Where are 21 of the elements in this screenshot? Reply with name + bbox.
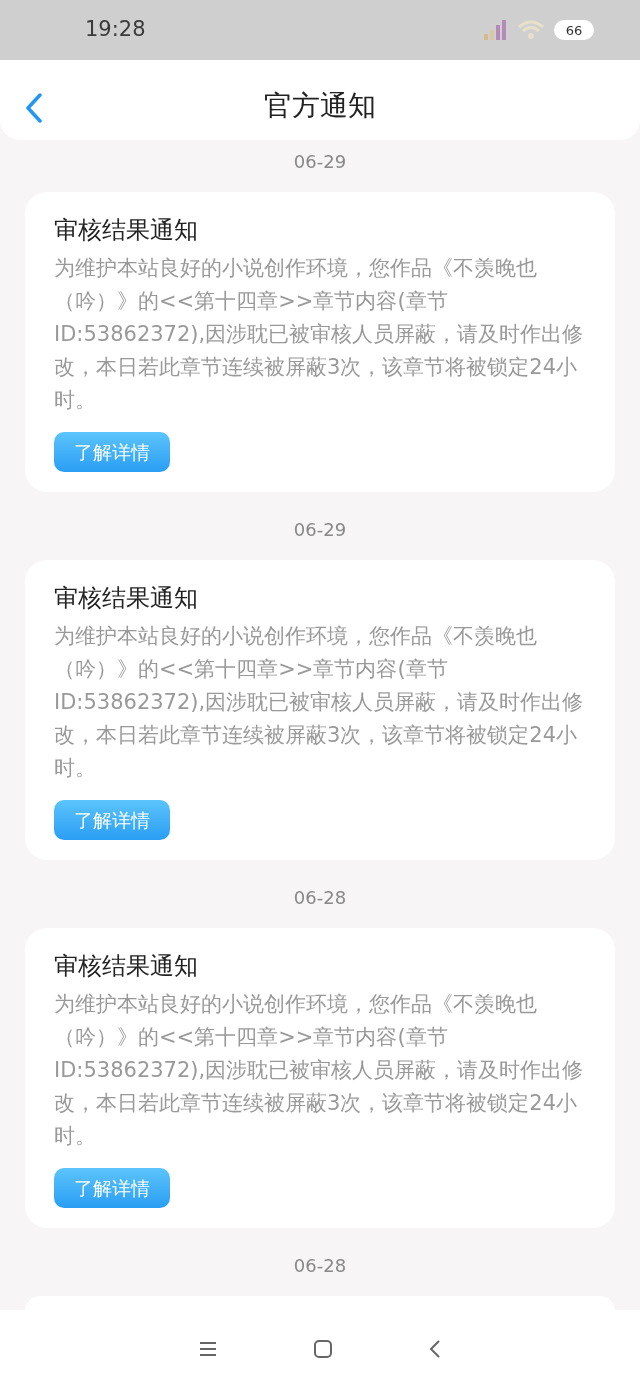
notice-title: 审核结果通知 [54,215,199,246]
details-button[interactable]: 了解详情 [54,432,170,472]
menu-icon[interactable] [198,1340,217,1357]
notice-body: 为维护本站良好的小说创作环境，您作品《不羡晚也（吟）》的<<第十四章>>章节内容(章节ID:53862372),因涉耽已被审核人员屏蔽，请及时作出修改，本日若此章节连续被屏蔽3次，该章节将被锁定24小时。 [54,991,585,1150]
notice-title: 审核结果通知 [54,583,199,614]
date-label: 06-28 [293,1253,347,1278]
back-icon[interactable] [25,93,43,123]
battery-icon: 66 [554,20,594,40]
wifi-icon [518,20,544,40]
notice-body: 为维护本站良好的小说创作环境，您作品《不羡晚也（吟）》的<<第十四章>>章节内容(章节ID:53862372),因涉耽已被审核人员屏蔽，请及时作出修改，本日若此章节连续被屏蔽3次，该章节将被锁定24小时。 [54,255,585,414]
clock: 19:28 [85,16,147,44]
notice-title: 审核结果通知 [54,951,199,982]
details-button[interactable]: 了解详情 [54,800,170,840]
home-icon[interactable] [314,1339,332,1358]
date-label: 06-29 [293,517,347,542]
back-icon[interactable] [429,1339,442,1358]
date-label: 06-29 [293,149,347,174]
details-button[interactable]: 了解详情 [54,1168,170,1208]
notice-body: 为维护本站良好的小说创作环境，您作品《不羡晚也（吟）》的<<第十四章>>章节内容(章节ID:53862372),因涉耽已被审核人员屏蔽，请及时作出修改，本日若此章节连续被屏蔽3次，该章节将被锁定24小时。 [54,623,585,782]
date-label: 06-28 [293,885,347,910]
page-title: 官方通知 [264,88,376,124]
